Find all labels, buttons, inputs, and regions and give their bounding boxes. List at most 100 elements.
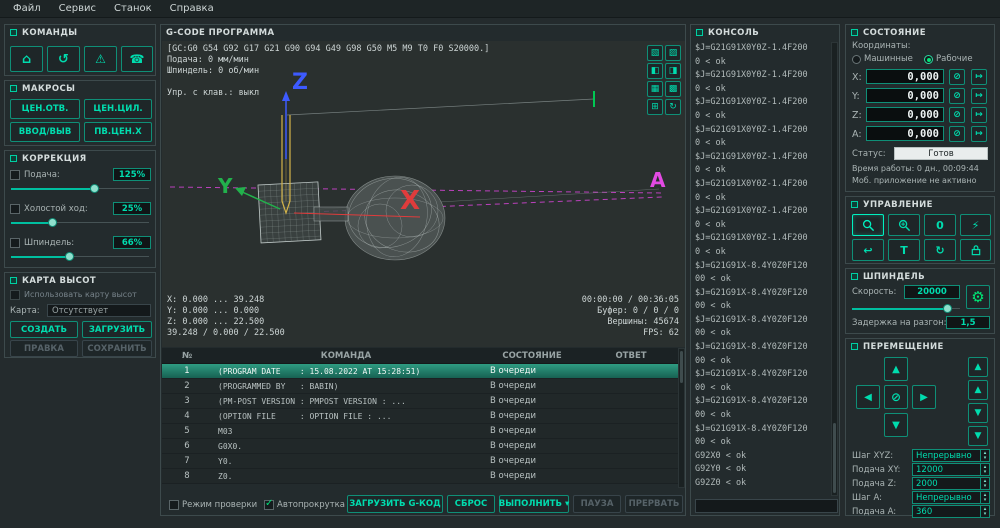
y-zero-button[interactable]: ⊘ <box>949 88 965 104</box>
step-a-label: Шаг A: <box>852 493 882 503</box>
table-row[interactable]: 7 Y0. В очереди <box>162 454 678 469</box>
tool-change-button[interactable]: T <box>888 239 920 261</box>
3d-viewport[interactable]: Z Y X A [GC:G0 G54 G92 G17 G21 G90 G94 G… <box>162 41 685 347</box>
rapid-override-slider[interactable] <box>11 218 149 227</box>
macro-center-x-button[interactable]: ПВ.ЦЕН.X <box>84 122 152 142</box>
jog-y-plus-button[interactable]: ▲ <box>884 357 908 381</box>
macro-io-button[interactable]: ВВОД/ВЫВ <box>10 122 80 142</box>
console-input[interactable] <box>695 499 838 513</box>
jog-a-minus-button[interactable]: ▼ <box>968 403 988 423</box>
menu-machine[interactable]: Станок <box>105 1 161 16</box>
macro-center-cyl-button[interactable]: ЦЕН.ЦИЛ. <box>84 99 152 119</box>
heightmap-edit-button[interactable]: ПРАВКА <box>10 340 78 357</box>
zoom-button[interactable] <box>888 214 920 236</box>
menu-help[interactable]: Справка <box>161 1 223 16</box>
spinner-icon[interactable] <box>980 450 989 461</box>
jog-stop-button[interactable]: ⊘ <box>884 385 908 409</box>
table-scrollbar[interactable] <box>678 348 685 488</box>
run-button[interactable]: ВЫПОЛНИТЬ ▾ <box>499 495 569 513</box>
feed-a-select[interactable]: 360 <box>912 505 990 518</box>
view-button[interactable]: ▦ <box>647 81 663 97</box>
table-row[interactable]: 2 (PROGRAMMED BY : BABIN) В очереди <box>162 379 678 394</box>
a-goto-button[interactable]: ↦ <box>971 126 987 142</box>
spindle-override-slider[interactable] <box>11 252 149 261</box>
console-line: 0 < ok <box>695 164 829 178</box>
heightmap-save-button[interactable]: СОХРАНИТЬ <box>82 340 152 357</box>
table-row[interactable]: 1 (PROGRAM DATE : 15.08.2022 AT 15:28:51… <box>162 364 678 379</box>
menu-file[interactable]: Файл <box>4 1 50 16</box>
table-row[interactable]: 5 M03 В очереди <box>162 424 678 439</box>
run-control-button[interactable]: ⚡ <box>960 214 991 236</box>
jog-z-minus-button[interactable]: ▼ <box>968 426 988 446</box>
table-row[interactable]: 8 Z0. В очереди <box>162 469 678 484</box>
spinner-icon[interactable] <box>980 506 989 517</box>
view-button[interactable]: ▧ <box>647 45 663 61</box>
table-row[interactable]: 3 (PM-POST VERSION : PMPOST VERSION : ..… <box>162 394 678 409</box>
reset-gcode-button[interactable]: СБРОС <box>447 495 495 513</box>
table-row[interactable]: 6 G0X0. В очереди <box>162 439 678 454</box>
refresh-button[interactable]: ↻ <box>924 239 956 261</box>
autoscroll-checkbox[interactable] <box>264 500 274 510</box>
view-button[interactable]: ◨ <box>665 63 681 79</box>
feed-xy-select[interactable]: 12000 <box>912 463 990 476</box>
jog-a-plus-button[interactable]: ▲ <box>968 380 988 400</box>
spinner-icon[interactable] <box>980 478 989 489</box>
machine-coords-radio[interactable] <box>852 55 861 64</box>
reset-button[interactable]: ↺ <box>47 46 80 72</box>
fit-view-button[interactable] <box>852 214 884 236</box>
feed-z-select[interactable]: 2000 <box>912 477 990 490</box>
table-row[interactable]: 4 (OPTION FILE : OPTION FILE : ... В оче… <box>162 409 678 424</box>
heightmap-load-button[interactable]: ЗАГРУЗИТЬ <box>82 321 152 338</box>
heightmap-create-button[interactable]: СОЗДАТЬ <box>10 321 78 338</box>
use-heightmap-checkbox[interactable] <box>10 290 20 300</box>
menu-service[interactable]: Сервис <box>50 1 105 16</box>
load-gcode-button[interactable]: ЗАГРУЗИТЬ G-КОД <box>347 495 443 513</box>
spinner-icon[interactable] <box>980 464 989 475</box>
keyboard-control-overlay: Упр. с клав.: выкл <box>167 88 259 99</box>
row-command: M03 <box>212 427 480 436</box>
spindle-override-checkbox[interactable] <box>10 238 20 248</box>
jog-x-minus-button[interactable]: ◀ <box>856 385 880 409</box>
pause-button[interactable]: ПАУЗА <box>573 495 621 513</box>
jog-z-plus-button[interactable]: ▲ <box>968 357 988 377</box>
console-line: $J=G21G91X0Y0Z-1.4F200 <box>695 232 829 246</box>
jog-y-minus-button[interactable]: ▼ <box>884 413 908 437</box>
x-zero-button[interactable]: ⊘ <box>949 69 965 85</box>
spindle-delay-value[interactable]: 1,5 <box>946 316 990 329</box>
feed-override-checkbox[interactable] <box>10 170 20 180</box>
view-button[interactable]: ⊞ <box>647 99 663 115</box>
unlock-alarm-button[interactable]: ⚠ <box>84 46 117 72</box>
y-coord-label: Y: <box>852 91 860 102</box>
heightmap-panel: КАРТА ВЫСОТ Использовать карту высот Кар… <box>4 272 156 358</box>
rapid-override-checkbox[interactable] <box>10 204 20 214</box>
restore-origin-button[interactable]: ↩ <box>852 239 884 261</box>
spindle-speed-slider[interactable] <box>852 304 960 313</box>
console-output[interactable]: $J=G21G91X0Y0Z-1.4F2000 < ok$J=G21G91X0Y… <box>695 42 829 496</box>
view-button[interactable]: ↻ <box>665 99 681 115</box>
step-xyz-select[interactable]: Непрерывно <box>912 449 990 462</box>
home-button[interactable]: ⌂ <box>10 46 43 72</box>
zero-xyz-button[interactable]: 0 <box>924 214 956 236</box>
abort-button[interactable]: ПРЕРВАТЬ <box>625 495 683 513</box>
mobile-app-button[interactable]: ☎ <box>121 46 153 72</box>
x-goto-button[interactable]: ↦ <box>971 69 987 85</box>
lock-button[interactable] <box>960 239 991 261</box>
spinner-icon[interactable] <box>980 492 989 503</box>
z-goto-button[interactable]: ↦ <box>971 107 987 123</box>
program-table-body[interactable]: 1 (PROGRAM DATE : 15.08.2022 AT 15:28:51… <box>162 364 678 484</box>
work-coords-radio[interactable] <box>924 55 933 64</box>
spindle-settings-button[interactable]: ⚙ <box>966 285 990 309</box>
view-button[interactable]: ◧ <box>647 63 663 79</box>
view-button[interactable]: ▩ <box>665 81 681 97</box>
y-goto-button[interactable]: ↦ <box>971 88 987 104</box>
view-button[interactable]: ▨ <box>665 45 681 61</box>
step-a-select[interactable]: Непрерывно <box>912 491 990 504</box>
spindle-speed-value[interactable]: 20000 <box>904 285 960 299</box>
feed-override-slider[interactable] <box>11 184 149 193</box>
check-mode-checkbox[interactable] <box>169 500 179 510</box>
jog-x-plus-button[interactable]: ▶ <box>912 385 936 409</box>
a-zero-button[interactable]: ⊘ <box>949 126 965 142</box>
z-zero-button[interactable]: ⊘ <box>949 107 965 123</box>
console-scrollbar[interactable] <box>831 42 838 496</box>
macro-center-hole-button[interactable]: ЦЕН.ОТВ. <box>10 99 80 119</box>
